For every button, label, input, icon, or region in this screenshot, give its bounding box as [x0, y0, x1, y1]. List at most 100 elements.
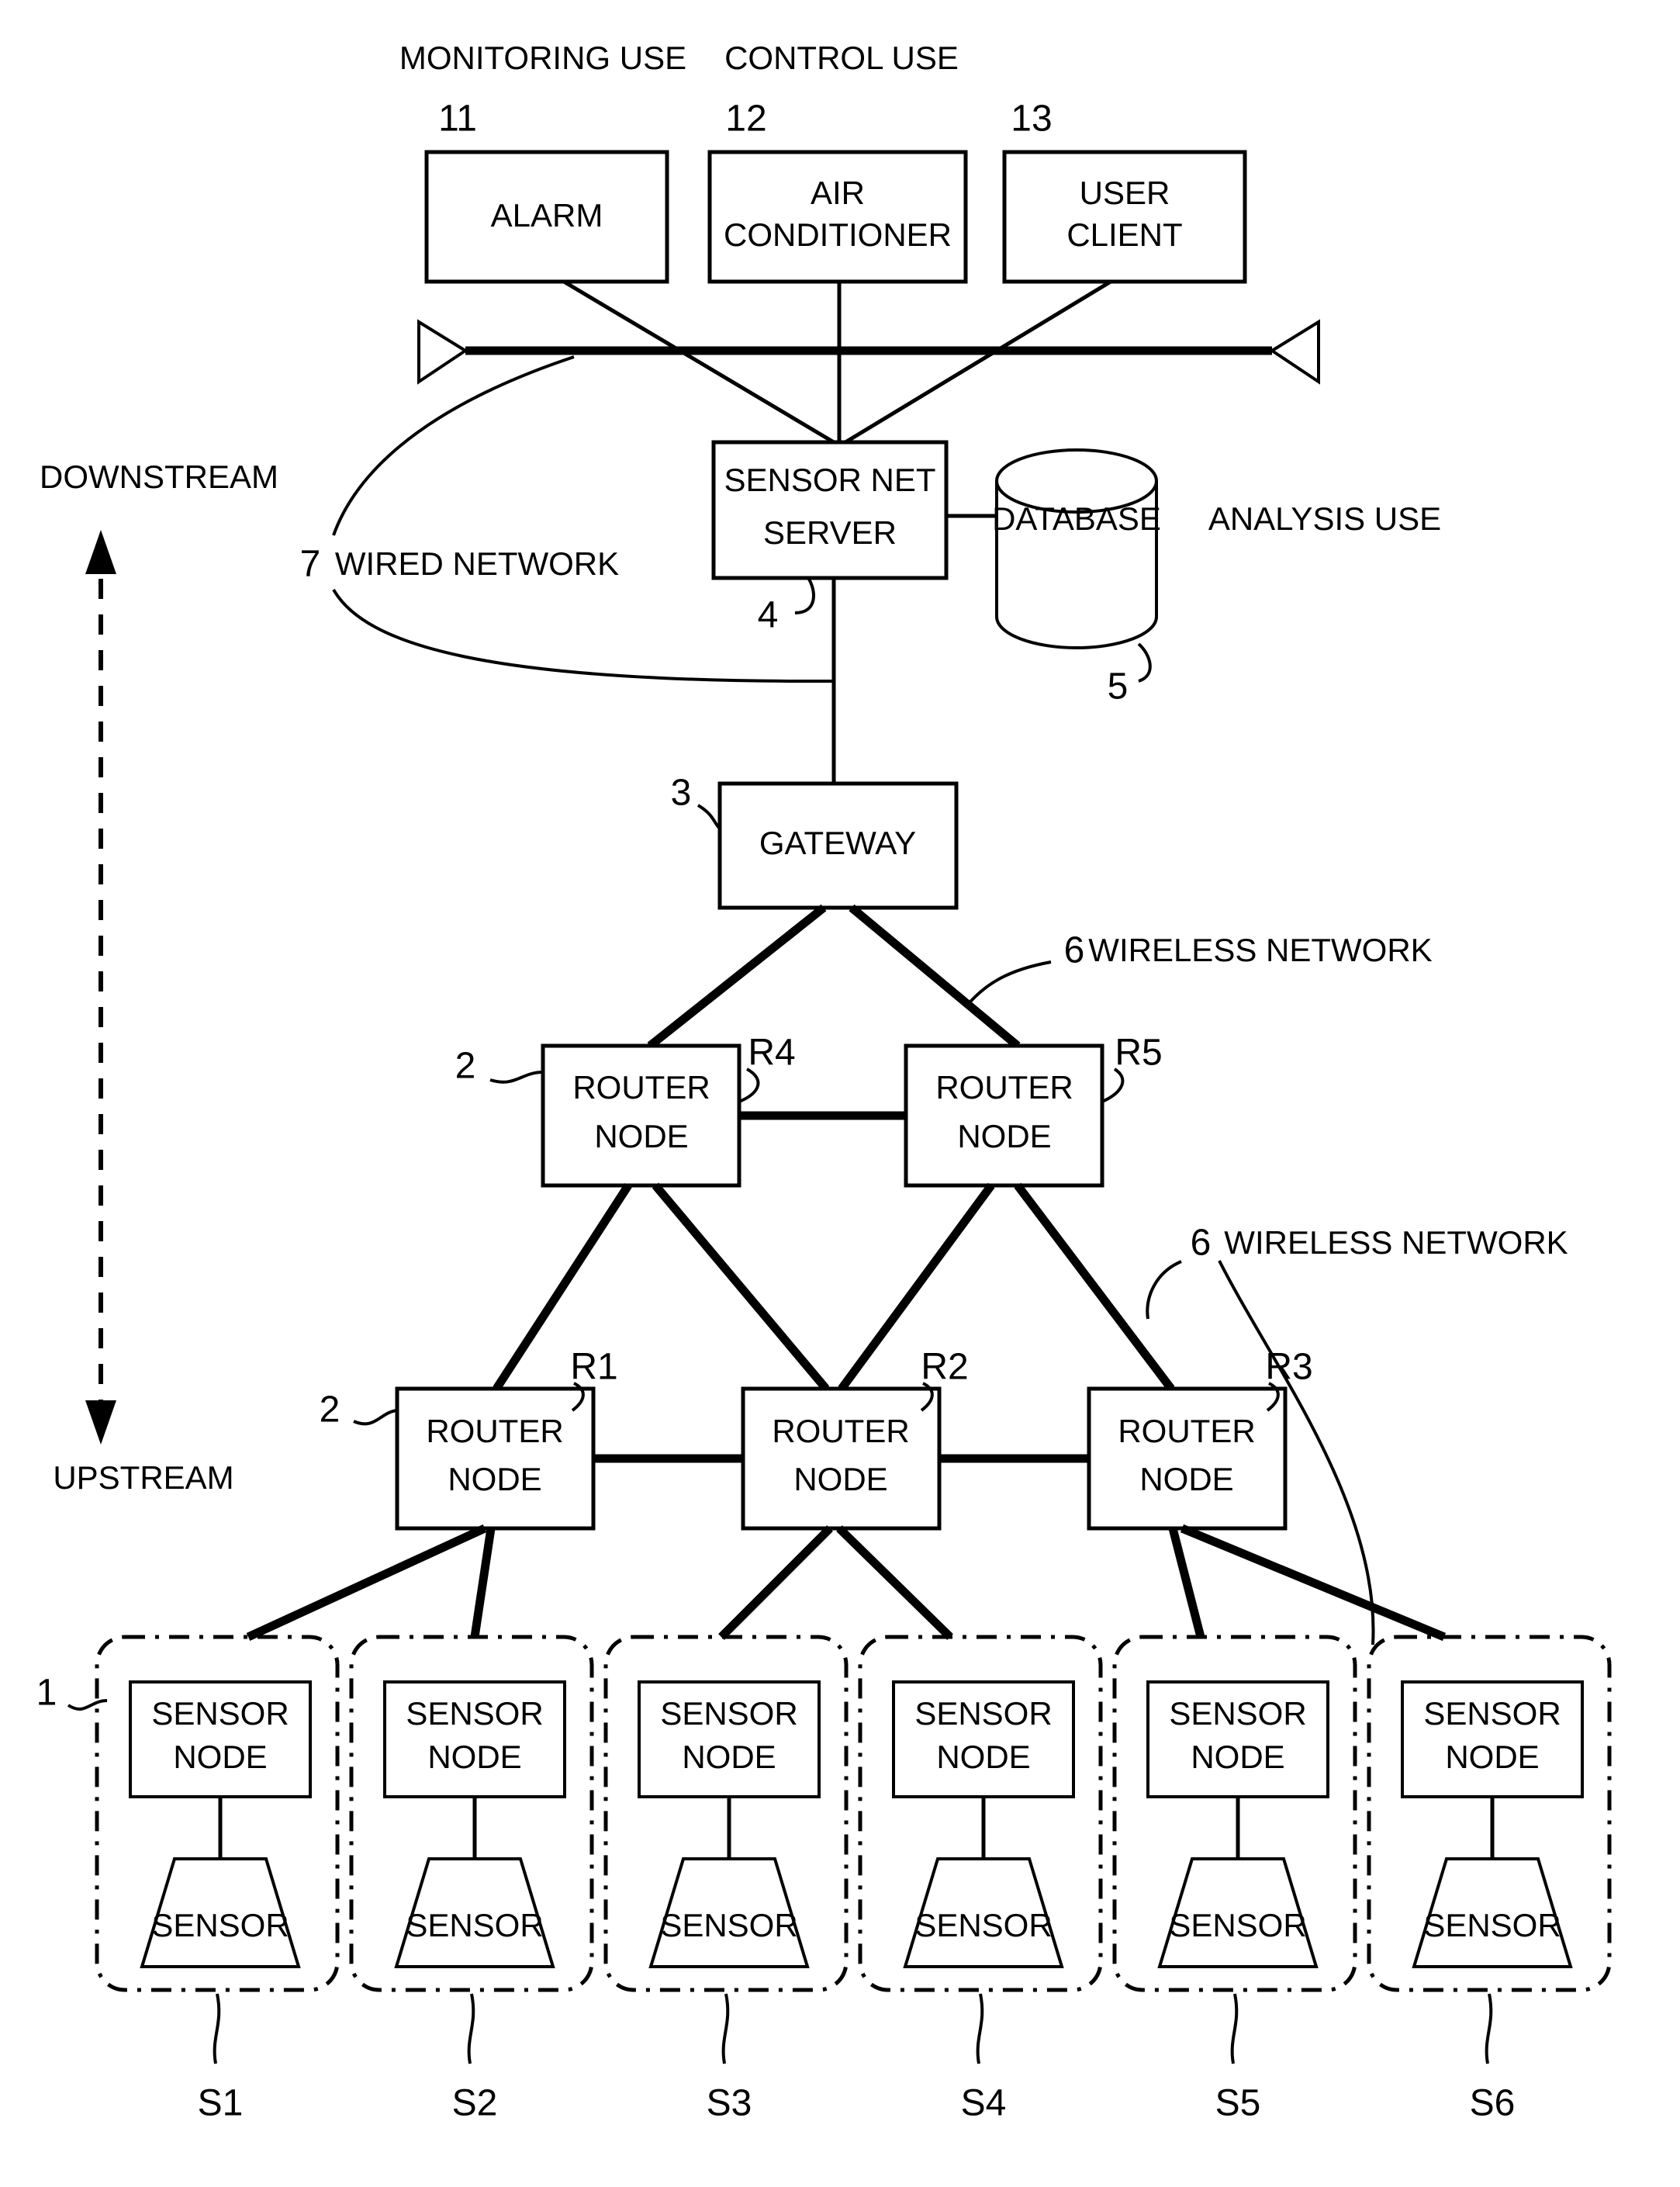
bus-terminator-right — [1269, 319, 1320, 385]
router-node-R2-label-line2: NODE — [793, 1461, 887, 1497]
leader-S6 — [1485, 1993, 1493, 2064]
sensor-S2-label: SENSOR — [406, 1907, 543, 1943]
tag-R4: R4 — [748, 1033, 795, 1074]
sensor-net-server-label-line1: SENSOR NET — [724, 462, 935, 498]
ref-numeral-alarm: 11 — [438, 99, 477, 140]
label-upstream: UPSTREAM — [53, 1459, 233, 1496]
label-wireless-network-lower: WIRELESS NETWORK — [1224, 1224, 1568, 1261]
link-R4-to-R2 — [652, 1182, 830, 1392]
router-node-R2-box[interactable] — [741, 1386, 942, 1531]
ref-numeral-user-client: 13 — [1011, 99, 1052, 140]
ref-numeral-sensor-net-server: 4 — [758, 595, 779, 636]
bus-terminator-left — [417, 319, 468, 385]
router-node-R5-box[interactable] — [904, 1043, 1104, 1188]
ref-numeral-air-conditioner: 12 — [725, 99, 766, 140]
router-node-R3-box[interactable] — [1087, 1386, 1288, 1531]
leader-S5 — [1230, 1993, 1239, 2064]
user-client-label-line2: CLIENT — [1066, 216, 1182, 253]
leader-wireless-network-lower — [1146, 1260, 1182, 1320]
ref-numeral-gateway: 3 — [671, 773, 692, 814]
leader-sensor-net-server — [794, 576, 815, 614]
router-node-R3-label-line2: NODE — [1139, 1461, 1233, 1497]
leader-wired-network-upper — [332, 355, 575, 536]
air-conditioner-label-line2: CONDITIONER — [724, 216, 952, 253]
leader-gateway — [697, 804, 721, 830]
label-wireless-network-upper: WIRELESS NETWORK — [1088, 932, 1432, 968]
leader-wireless-network-upper — [964, 960, 1052, 1009]
leader-router-group-lower — [353, 1409, 398, 1426]
leader-S3 — [721, 1993, 730, 2064]
alarm-label: ALARM — [491, 197, 603, 234]
database-label: DATABASE — [992, 500, 1161, 537]
tag-R1: R1 — [570, 1347, 617, 1388]
sensor-S1-label: SENSOR — [151, 1907, 289, 1943]
sensor-node-S1-label-line2: NODE — [173, 1739, 267, 1775]
router-node-R1-label-line2: NODE — [448, 1461, 541, 1497]
label-downstream: DOWNSTREAM — [40, 459, 278, 495]
arrowhead-upstream — [85, 1400, 116, 1445]
link-alarm-to-server — [562, 279, 835, 445]
tag-S3: S3 — [707, 2083, 752, 2124]
leader-database — [1137, 642, 1152, 683]
tag-S1: S1 — [198, 2083, 244, 2124]
network-diagram: MONITORING USE CONTROL USE 11 12 13 ALAR… — [36, 40, 1612, 2124]
sensor-node-S6-label-line1: SENSOR — [1423, 1695, 1561, 1732]
link-R3-to-S6 — [1180, 1524, 1447, 1642]
ref-numeral-router-group-lower: 2 — [320, 1389, 340, 1431]
tag-S2: S2 — [452, 2083, 498, 2124]
sensor-node-S2-label-line2: NODE — [427, 1739, 521, 1775]
sensor-S3-label: SENSOR — [660, 1907, 797, 1943]
ref-numeral-router-group-upper: 2 — [455, 1046, 476, 1087]
arrowhead-downstream — [85, 530, 116, 574]
link-R5-to-R3 — [1014, 1182, 1175, 1392]
router-node-R3-label-line1: ROUTER — [1118, 1413, 1255, 1449]
tag-R3: R3 — [1265, 1347, 1312, 1388]
caption-control-use: CONTROL USE — [724, 40, 959, 76]
link-R2-to-S3 — [718, 1525, 833, 1640]
ref-numeral-wireless-network-upper: 6 — [1064, 930, 1085, 971]
caption-analysis-use: ANALYSIS USE — [1208, 500, 1441, 537]
router-node-R1-label-line1: ROUTER — [426, 1413, 563, 1449]
link-userclient-to-server — [844, 279, 1112, 445]
sensor-node-S2-label-line1: SENSOR — [406, 1695, 543, 1732]
sensor-node-S3-label-line2: NODE — [682, 1739, 776, 1775]
caption-monitoring-use: MONITORING USE — [399, 40, 686, 76]
link-R3-to-S5 — [1168, 1527, 1205, 1639]
leader-R5 — [1101, 1068, 1125, 1103]
tag-R2: R2 — [921, 1347, 968, 1388]
sensor-net-server-label-line2: SERVER — [763, 514, 897, 551]
router-node-R4-box[interactable] — [541, 1043, 741, 1188]
figure-canvas: MONITORING USE CONTROL USE 11 12 13 ALAR… — [0, 0, 1680, 2187]
sensor-S6-label: SENSOR — [1423, 1907, 1561, 1943]
sensor-S5-label: SENSOR — [1169, 1907, 1306, 1943]
user-client-label-line1: USER — [1080, 175, 1170, 211]
leader-S1 — [213, 1993, 221, 2064]
label-wired-network: WIRED NETWORK — [335, 545, 619, 582]
router-node-R1-box[interactable] — [395, 1386, 596, 1531]
sensor-node-S3-label-line1: SENSOR — [660, 1695, 797, 1732]
tag-S5: S5 — [1215, 2083, 1261, 2124]
sensor-node-S4-label-line2: NODE — [936, 1739, 1030, 1775]
leader-router-group-upper — [489, 1071, 544, 1084]
router-node-R5-label-line2: NODE — [957, 1118, 1051, 1154]
sensor-node-S1-label-line1: SENSOR — [151, 1695, 289, 1732]
gateway-label: GATEWAY — [759, 825, 916, 861]
link-R1-to-S2 — [470, 1528, 496, 1638]
leader-R4 — [738, 1068, 760, 1103]
ref-numeral-database: 5 — [1108, 666, 1129, 708]
ref-numeral-wireless-network-lower: 6 — [1191, 1223, 1212, 1264]
link-R5-to-R2 — [838, 1182, 995, 1392]
ref-numeral-wired-network: 7 — [300, 544, 321, 585]
router-node-R4-label-line1: ROUTER — [572, 1069, 710, 1106]
ref-numeral-sensor-node-group: 1 — [36, 1673, 57, 1714]
sensor-node-S6-label-line2: NODE — [1445, 1739, 1539, 1775]
leader-S4 — [976, 1993, 984, 2064]
tag-R5: R5 — [1115, 1033, 1162, 1074]
sensor-node-S5-label-line1: SENSOR — [1169, 1695, 1306, 1732]
link-R1-to-S1 — [246, 1524, 487, 1641]
sensor-node-S4-label-line1: SENSOR — [914, 1695, 1052, 1732]
leader-sensor-node-group — [67, 1699, 108, 1711]
link-R2-to-S4 — [836, 1525, 953, 1640]
sensor-node-S5-label-line2: NODE — [1191, 1739, 1284, 1775]
router-node-R4-label-line2: NODE — [594, 1118, 688, 1154]
